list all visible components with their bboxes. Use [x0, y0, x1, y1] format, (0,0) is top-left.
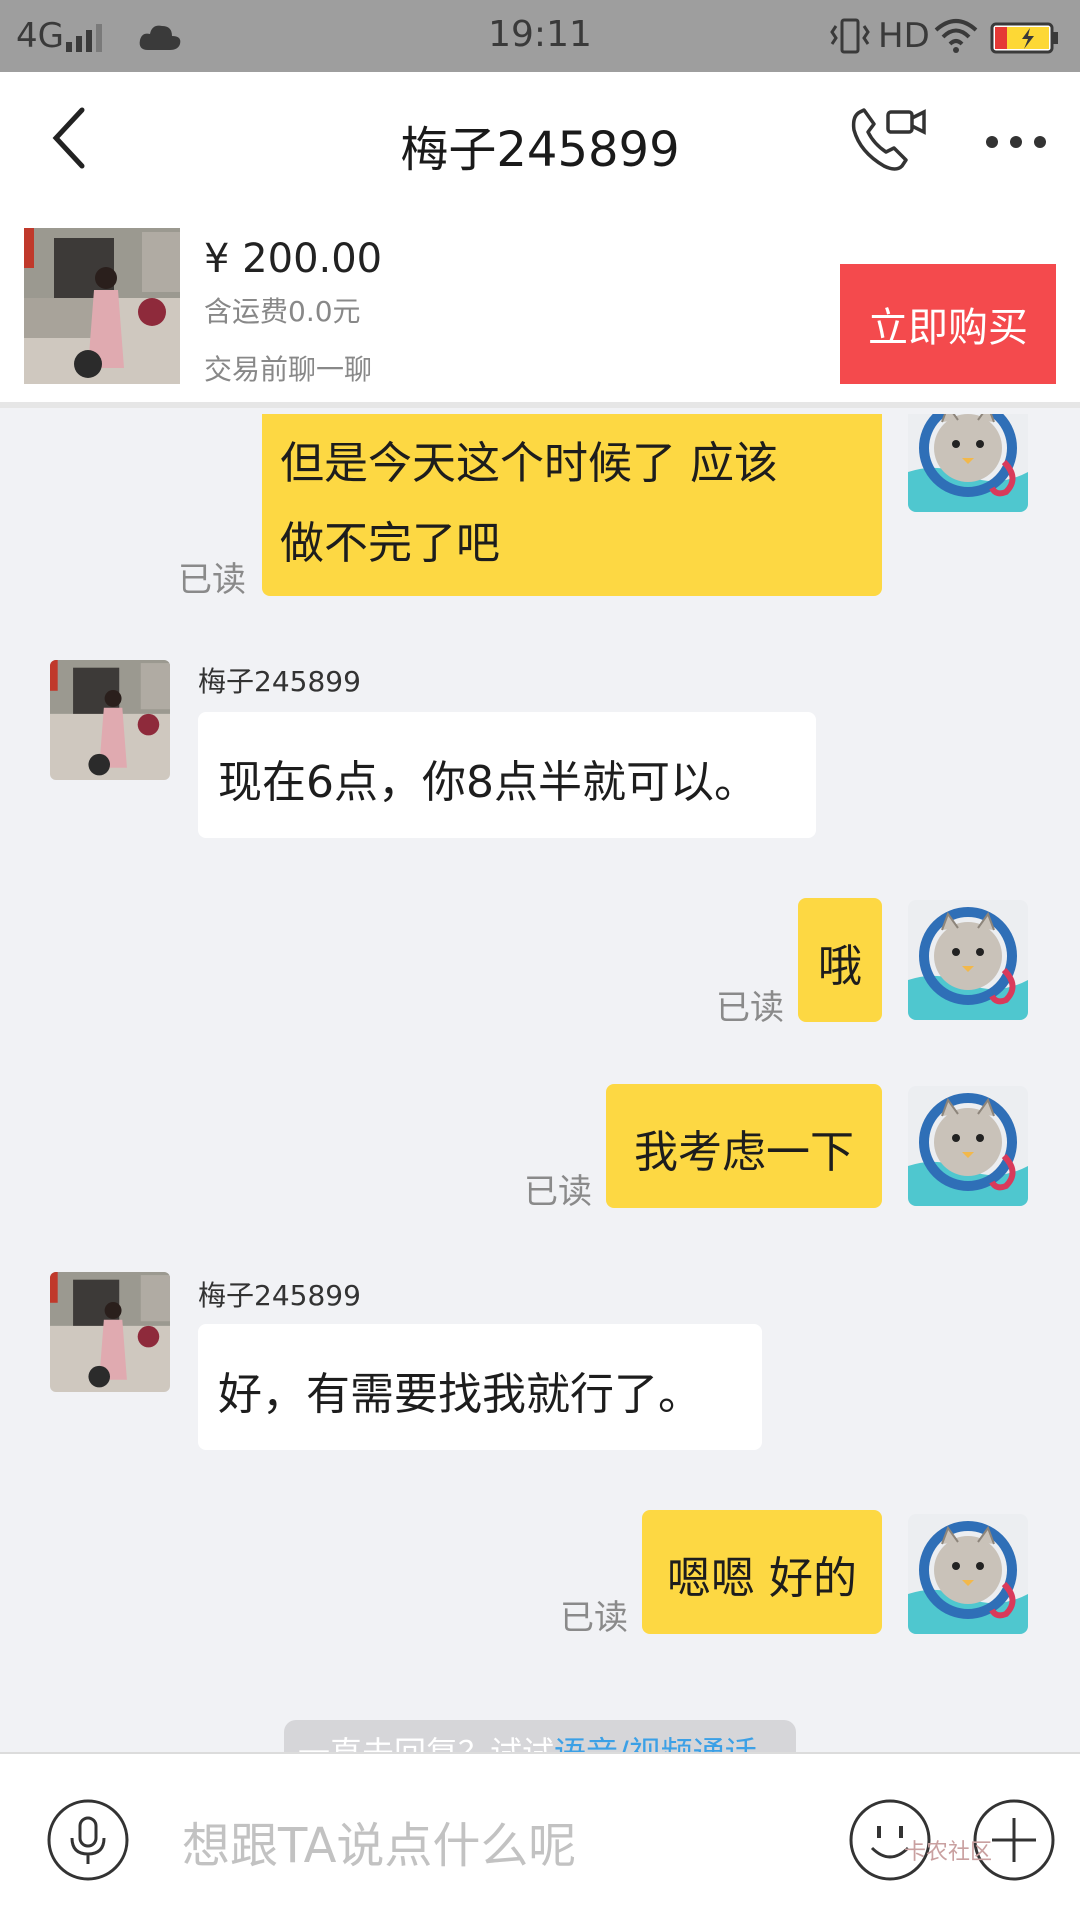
- wifi-icon: [934, 19, 978, 53]
- more-options-icon[interactable]: [984, 132, 1048, 152]
- product-card[interactable]: ¥ 200.00 含运费0.0元 交易前聊一聊 立即购买: [0, 208, 1080, 408]
- hd-indicator: HD: [878, 16, 930, 56]
- my-avatar[interactable]: [908, 414, 1028, 512]
- shipping-fee: 含运费0.0元: [204, 295, 361, 328]
- sender-name: 梅子245899: [198, 665, 361, 698]
- read-receipt: 已读: [178, 560, 246, 600]
- read-receipt: 已读: [524, 1172, 592, 1212]
- my-message-bubble[interactable]: 但是今天这个时候了 应该 做不完了吧: [262, 414, 882, 596]
- my-avatar[interactable]: [908, 1514, 1028, 1634]
- my-avatar[interactable]: [908, 900, 1028, 1020]
- chat-before-trade-text: 交易前聊一聊: [204, 353, 373, 386]
- my-message-bubble[interactable]: 我考虑一下: [606, 1084, 882, 1208]
- seller-message-bubble[interactable]: 好，有需要找我就行了。: [198, 1324, 762, 1450]
- read-receipt: 已读: [716, 988, 784, 1028]
- product-price: ¥ 200.00: [204, 236, 383, 282]
- chat-header: 梅子245899: [0, 72, 1080, 208]
- status-bar: 4G 19:11 HD: [0, 0, 1080, 72]
- message-input-bar: 想跟TA说点什么呢 卡农社区: [0, 1752, 1080, 1920]
- sender-name: 梅子245899: [198, 1279, 361, 1312]
- read-receipt: 已读: [560, 1598, 628, 1638]
- my-message-bubble[interactable]: 哦: [798, 898, 882, 1022]
- video-call-icon[interactable]: [850, 104, 930, 176]
- my-avatar[interactable]: [908, 1086, 1028, 1206]
- seller-message-bubble[interactable]: 现在6点，你8点半就可以。: [198, 712, 816, 838]
- buy-now-button[interactable]: 立即购买: [840, 264, 1056, 384]
- message-line: 但是今天这个时候了 应该: [280, 438, 778, 489]
- seller-avatar[interactable]: [50, 1272, 170, 1392]
- battery-icon: [990, 22, 1058, 54]
- product-thumbnail[interactable]: [24, 228, 180, 384]
- microphone-icon[interactable]: [46, 1798, 130, 1882]
- my-message-bubble[interactable]: 嗯嗯 好的: [642, 1510, 882, 1634]
- vibrate-icon: [830, 18, 870, 54]
- watermark-text: 卡农社区: [904, 1840, 993, 1865]
- message-line: 做不完了吧: [280, 518, 500, 569]
- message-input[interactable]: 想跟TA说点什么呢: [182, 1806, 576, 1876]
- call-suggestion-banner[interactable]: 一直未回复？试试语音/视频通话: [284, 1720, 796, 1756]
- seller-avatar[interactable]: [50, 660, 170, 780]
